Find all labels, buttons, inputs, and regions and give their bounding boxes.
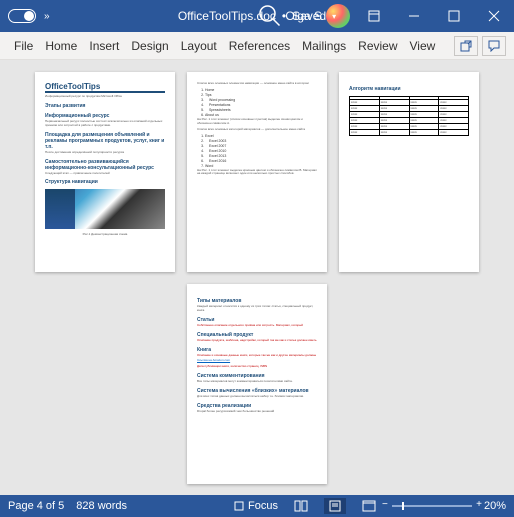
tab-view[interactable]: View: [404, 39, 442, 53]
zoom-out-button[interactable]: −: [382, 499, 388, 510]
doc-title: OfficeToolTips: [45, 82, 165, 93]
status-bar: Page 4 of 5 828 words Focus − + 20%: [0, 495, 514, 517]
tab-design[interactable]: Design: [125, 39, 174, 53]
print-layout-button[interactable]: [324, 498, 346, 514]
web-layout-button[interactable]: [358, 498, 380, 514]
close-button[interactable]: [474, 0, 514, 32]
word-count[interactable]: 828 words: [76, 500, 127, 512]
share-button[interactable]: [454, 36, 478, 56]
maximize-button[interactable]: [434, 0, 474, 32]
tab-home[interactable]: Home: [39, 39, 83, 53]
page-thumbnail-2[interactable]: Список всех основных элементов навигации…: [187, 72, 327, 272]
tab-insert[interactable]: Insert: [83, 39, 125, 53]
page-thumbnail-4[interactable]: Типы материалов Каждый материал относитс…: [187, 284, 327, 484]
page-thumbnail-1[interactable]: OfficeToolTips Информационный ресурс по …: [35, 72, 175, 272]
save-status-chevron-icon[interactable]: ▾: [332, 12, 336, 21]
tab-file[interactable]: File: [8, 39, 39, 53]
tab-references[interactable]: References: [223, 39, 296, 53]
focus-mode[interactable]: Focus: [233, 500, 278, 512]
page-thumbnail-3[interactable]: Алгоритм навигации xxxxxxxxxxxxxxxxxxxx …: [339, 72, 479, 272]
ribbon-tabs: File Home Insert Design Layout Reference…: [0, 32, 514, 60]
zoom-in-button[interactable]: +: [476, 499, 482, 510]
ribbon-display-button[interactable]: [354, 0, 394, 32]
autosave-toggle[interactable]: [8, 9, 36, 23]
zoom-level[interactable]: 20%: [484, 500, 506, 512]
page-indicator[interactable]: Page 4 of 5: [8, 500, 64, 512]
navigation-table: xxxxxxxxxxxxxxxxxxxx xxxxxxxxxxxxxxxxxxx…: [349, 96, 469, 136]
quick-access-chevron-icon[interactable]: »: [44, 11, 50, 22]
document-name: OfficeToolTips.doc: [178, 9, 276, 23]
read-mode-button[interactable]: [290, 498, 312, 514]
comments-button[interactable]: [482, 36, 506, 56]
tab-review[interactable]: Review: [352, 39, 403, 53]
tab-layout[interactable]: Layout: [175, 39, 223, 53]
tab-mailings[interactable]: Mailings: [296, 39, 352, 53]
minimize-button[interactable]: [394, 0, 434, 32]
screenshot-image: [45, 189, 165, 229]
document-area[interactable]: OfficeToolTips Информационный ресурс по …: [0, 60, 514, 495]
title-bar: » OfficeToolTips.doc • Saved ▾ Olga S: [0, 0, 514, 32]
zoom-slider[interactable]: − +: [392, 505, 472, 507]
save-status: Saved: [292, 9, 326, 23]
